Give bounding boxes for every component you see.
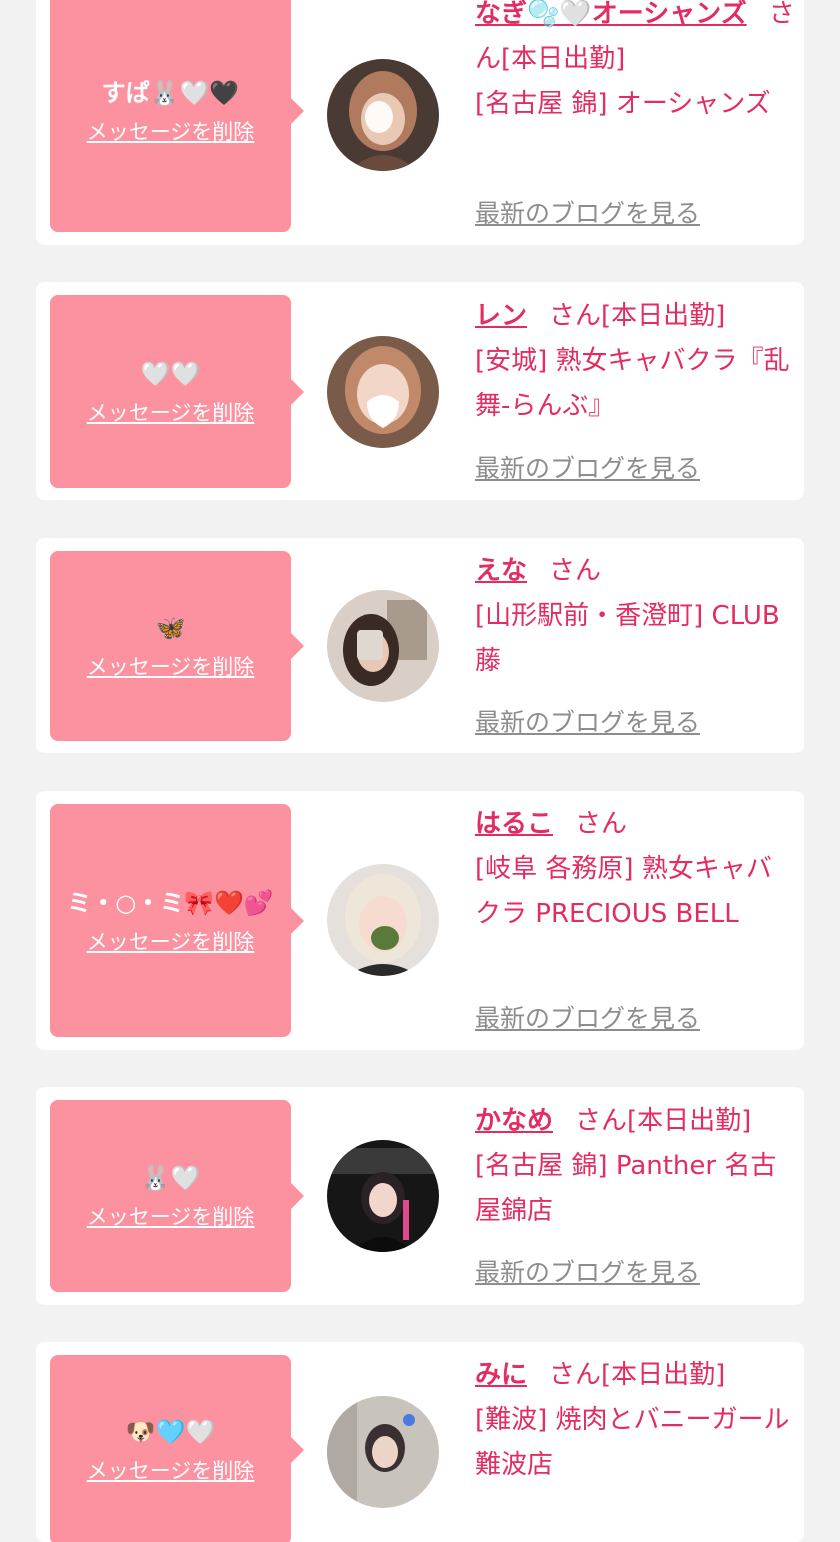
message-bubble: 🐰🤍 メッセージを削除	[50, 1100, 304, 1292]
delete-message-link[interactable]: メッセージを削除	[87, 1201, 255, 1231]
shop-label: [岐阜 各務原] 熟女キャバクラ PRECIOUS BELL	[475, 854, 772, 929]
message-bubble: 🤍🤍 メッセージを削除	[50, 295, 304, 488]
honorific: さん	[549, 556, 602, 586]
delete-message-link[interactable]: メッセージを削除	[87, 397, 255, 427]
avatar[interactable]	[327, 1140, 439, 1252]
cast-name-link[interactable]: なぎ🫧🤍オーシャンズ	[475, 0, 747, 29]
latest-blog-link[interactable]: 最新のブログを見る	[475, 703, 700, 739]
entry-card: 🤍🤍 メッセージを削除 レン さん[本日出勤] [安城] 熟女キャバクラ『乱舞-ら…	[36, 282, 804, 500]
entry-card: 🐶🩵🤍 メッセージを削除 みに さん[本日出勤] [難波] 焼肉とバニーガール難波…	[36, 1342, 804, 1542]
cast-info: レン さん[本日出勤] [安城] 熟女キャバクラ『乱舞-らんぶ』	[475, 294, 795, 429]
delete-message-link[interactable]: メッセージを削除	[87, 651, 255, 681]
cast-info: はるこ さん [岐阜 各務原] 熟女キャバクラ PRECIOUS BELL	[475, 802, 795, 937]
cast-name-link[interactable]: レン	[475, 301, 527, 331]
delete-message-link[interactable]: メッセージを削除	[87, 926, 255, 956]
avatar-photo-icon	[327, 1140, 439, 1252]
delete-message-link[interactable]: メッセージを削除	[87, 116, 255, 146]
message-bubble: 🦋 メッセージを削除	[50, 551, 304, 741]
entry-card: ミ・○・ミ🎀❤️💕 メッセージを削除 はるこ さん [岐阜 各務原] 熟女キャバク…	[36, 791, 804, 1050]
cast-info: かなめ さん[本日出勤] [名古屋 錦] Panther 名古屋錦店	[475, 1099, 795, 1234]
honorific: さん	[575, 1106, 628, 1136]
message-text: ミ・○・ミ🎀❤️💕	[67, 888, 274, 917]
message-bubble: すぱ🐰🤍🖤 メッセージを削除	[50, 0, 304, 232]
status-badge: [本日出勤]	[501, 44, 626, 74]
latest-blog-link[interactable]: 最新のブログを見る	[475, 1253, 700, 1289]
cast-info: えな さん [山形駅前・香澄町] CLUB 藤	[475, 549, 795, 684]
message-text: すぱ🐰🤍🖤	[101, 79, 240, 107]
cast-info: なぎ🫧🤍オーシャンズ さん[本日出勤] [名古屋 錦] オーシャンズ	[475, 0, 795, 127]
avatar[interactable]	[327, 336, 439, 448]
message-text: 🐶🩵🤍	[125, 1418, 216, 1446]
shop-label: [名古屋 錦] Panther 名古屋錦店	[475, 1151, 777, 1226]
avatar-photo-icon	[327, 1396, 439, 1508]
entry-card: 🦋 メッセージを削除 えな さん [山形駅前・香澄町] CLUB 藤 最新のブログ…	[36, 538, 804, 753]
message-bubble: 🐶🩵🤍 メッセージを削除	[50, 1355, 304, 1542]
status-badge: [本日出勤]	[627, 1106, 752, 1136]
message-text: 🤍🤍	[140, 359, 201, 388]
latest-blog-link[interactable]: 最新のブログを見る	[475, 999, 700, 1035]
shop-label: [安城] 熟女キャバクラ『乱舞-らんぶ』	[475, 346, 790, 421]
avatar[interactable]	[327, 1396, 439, 1508]
latest-blog-link[interactable]: 最新のブログを見る	[475, 449, 700, 485]
latest-blog-link[interactable]: 最新のブログを見る	[475, 194, 700, 230]
status-badge: [本日出勤]	[601, 1360, 726, 1390]
avatar[interactable]	[327, 59, 439, 171]
entry-card: 🐰🤍 メッセージを削除 かなめ さん[本日出勤] [名古屋 錦] Panther …	[36, 1087, 804, 1305]
cast-name-link[interactable]: えな	[475, 556, 527, 586]
cast-name-link[interactable]: みに	[475, 1360, 527, 1390]
avatar[interactable]	[327, 590, 439, 702]
honorific: さん	[549, 1360, 602, 1390]
cast-name-link[interactable]: かなめ	[475, 1106, 553, 1136]
avatar-photo-icon	[327, 336, 439, 448]
avatar-photo-icon	[327, 864, 439, 976]
avatar-photo-icon	[327, 590, 439, 702]
message-text: 🐰🤍	[140, 1164, 201, 1192]
cast-name-link[interactable]: はるこ	[475, 809, 553, 839]
entry-card: すぱ🐰🤍🖤 メッセージを削除 なぎ🫧🤍オーシャンズ さん[本日出勤] [名古屋 錦…	[36, 0, 804, 245]
honorific: さん	[549, 301, 602, 331]
message-bubble: ミ・○・ミ🎀❤️💕 メッセージを削除	[50, 804, 304, 1037]
avatar-photo-icon	[327, 59, 439, 171]
shop-label: [山形駅前・香澄町] CLUB 藤	[475, 601, 780, 676]
cast-info: みに さん[本日出勤] [難波] 焼肉とバニーガール難波店	[475, 1353, 795, 1488]
honorific: さん	[575, 809, 628, 839]
status-badge: [本日出勤]	[601, 301, 726, 331]
message-text: 🦋	[155, 614, 186, 642]
shop-label: [難波] 焼肉とバニーガール難波店	[475, 1405, 790, 1480]
avatar[interactable]	[327, 864, 439, 976]
delete-message-link[interactable]: メッセージを削除	[87, 1455, 255, 1485]
shop-label: [名古屋 錦] オーシャンズ	[475, 89, 771, 119]
